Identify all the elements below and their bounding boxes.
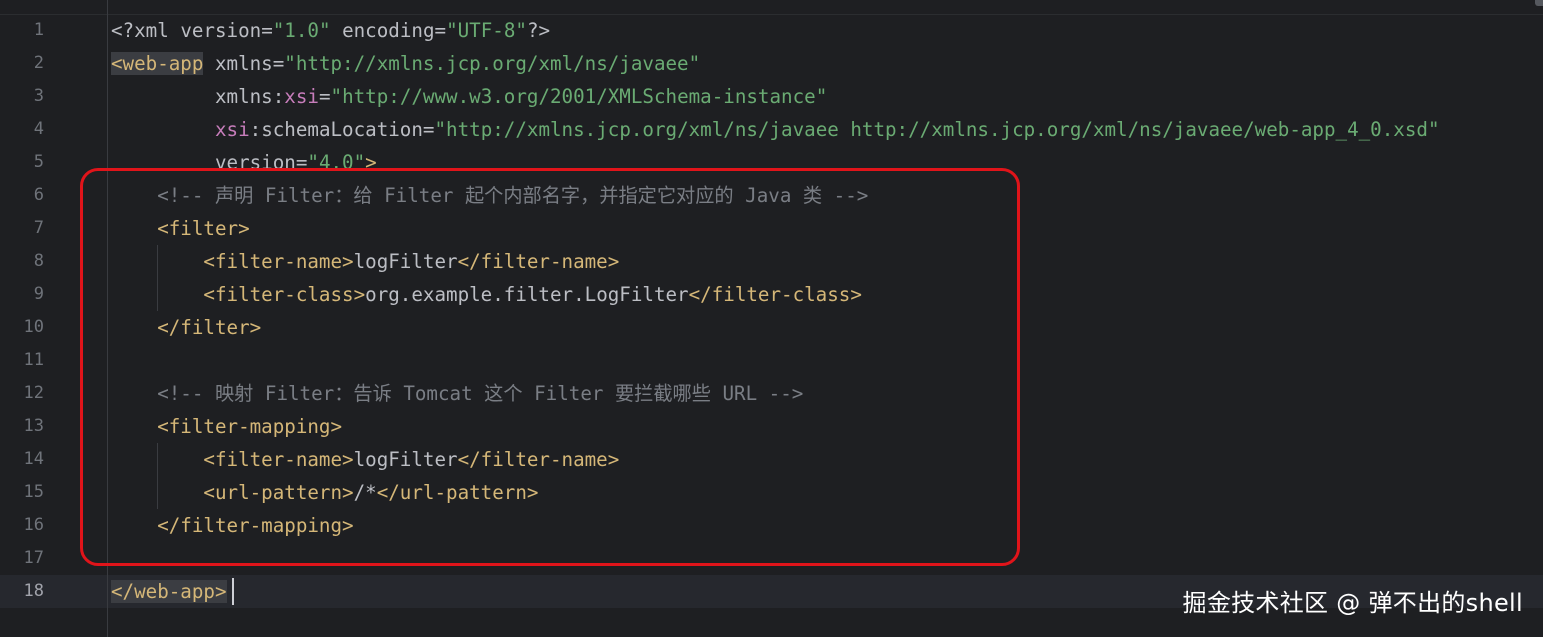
code-token: <web-app bbox=[111, 52, 204, 75]
code-token: xmlns bbox=[111, 85, 273, 108]
code-token: xsi bbox=[111, 118, 250, 141]
line-number[interactable]: 9 bbox=[0, 278, 44, 311]
code-token: "UTF-8" bbox=[446, 19, 527, 42]
line-number[interactable]: 17 bbox=[0, 542, 44, 575]
code-token: : bbox=[272, 85, 285, 108]
code-line[interactable]: <?xml version="1.0" encoding="UTF-8"?> bbox=[111, 14, 550, 47]
line-number[interactable]: 5 bbox=[0, 146, 44, 179]
code-editor[interactable]: 1 2 3 4 5 6 7 8 9 10 11 12 13 14 15 16 17 18 <?xml versio… bbox=[0, 0, 1543, 637]
code-line[interactable]: <web-app xmlns="http://xmlns.jcp.org/xml… bbox=[111, 47, 700, 80]
code-line[interactable]: xmlns:xsi="http://www.w3.org/2001/XMLSch… bbox=[111, 80, 827, 113]
code-token: = bbox=[422, 118, 435, 141]
line-number[interactable]: 18 bbox=[0, 575, 44, 608]
code-token: = bbox=[434, 19, 447, 42]
code-token: xsi bbox=[284, 85, 319, 108]
code-token: schemaLocation bbox=[261, 118, 423, 141]
line-number[interactable]: 11 bbox=[0, 344, 44, 377]
annotation-highlight-box bbox=[80, 168, 1020, 566]
line-number[interactable]: 12 bbox=[0, 377, 44, 410]
line-number[interactable]: 2 bbox=[0, 47, 44, 80]
code-line[interactable]: </web-app> bbox=[111, 575, 227, 608]
line-number[interactable]: 16 bbox=[0, 509, 44, 542]
line-number[interactable]: 14 bbox=[0, 443, 44, 476]
line-number[interactable]: 7 bbox=[0, 212, 44, 245]
line-number[interactable]: 13 bbox=[0, 410, 44, 443]
code-line[interactable]: xsi:schemaLocation="http://xmlns.jcp.org… bbox=[111, 113, 1440, 146]
code-token: encoding bbox=[342, 19, 435, 42]
line-number[interactable]: 1 bbox=[0, 14, 44, 47]
line-number[interactable]: 10 bbox=[0, 311, 44, 344]
code-token: : bbox=[249, 118, 262, 141]
code-token: "http://xmlns.jcp.org/xml/ns/javaee" bbox=[284, 52, 701, 75]
line-number[interactable]: 6 bbox=[0, 179, 44, 212]
line-number[interactable]: 4 bbox=[0, 113, 44, 146]
editor-tab-strip bbox=[0, 0, 1543, 15]
code-token: version bbox=[180, 19, 262, 42]
code-token: </web-app> bbox=[111, 580, 227, 603]
code-token: ?> bbox=[526, 19, 551, 42]
line-number[interactable]: 15 bbox=[0, 476, 44, 509]
code-token: = bbox=[318, 85, 331, 108]
text-caret bbox=[232, 578, 234, 605]
code-token: = bbox=[261, 19, 273, 42]
code-token: "http://xmlns.jcp.org/xml/ns/javaee http… bbox=[434, 118, 1440, 141]
code-token: "1.0" bbox=[272, 19, 331, 42]
code-token: xmlns bbox=[203, 52, 273, 75]
code-token: <?xml bbox=[111, 19, 181, 42]
scrollbar-marker[interactable] bbox=[1535, 0, 1543, 6]
code-token: "http://www.w3.org/2001/XMLSchema-instan… bbox=[330, 85, 828, 108]
line-number[interactable]: 3 bbox=[0, 80, 44, 113]
watermark: 掘金技术社区 @ 弹不出的shell bbox=[1182, 589, 1523, 617]
code-token: = bbox=[272, 52, 285, 75]
line-number[interactable]: 8 bbox=[0, 245, 44, 278]
